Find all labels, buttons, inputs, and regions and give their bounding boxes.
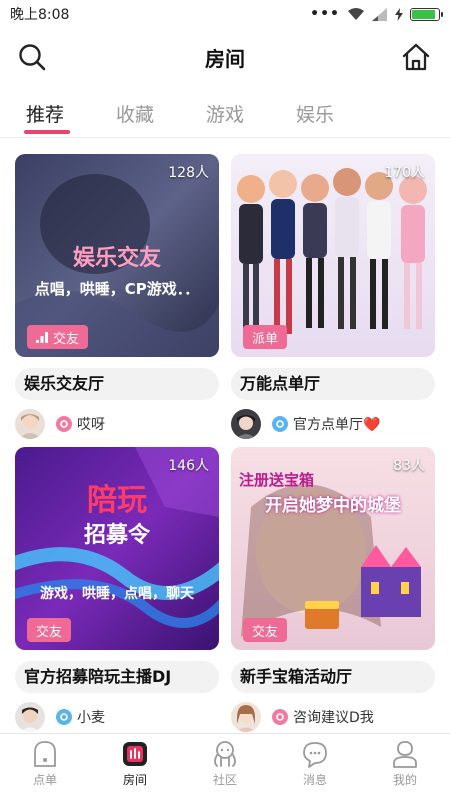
host-name: 小麦: [77, 710, 105, 726]
status-bar: 晚上8:08 •••: [0, 0, 450, 28]
tab-games[interactable]: 游戏: [206, 100, 244, 127]
room-host[interactable]: 哎呀: [15, 409, 219, 439]
host-name: 咨询建议D我: [293, 710, 374, 726]
nav-item-order[interactable]: 点单: [0, 740, 90, 788]
tab-favorites[interactable]: 收藏: [116, 100, 154, 127]
battery-icon: [410, 7, 443, 21]
host-name: 官方点单厅❤️: [293, 417, 381, 433]
charging-icon: [395, 7, 403, 21]
room-name[interactable]: 万能点单厅: [231, 368, 435, 400]
room-member-count: 170人: [384, 165, 425, 181]
nav-label: 社区: [212, 773, 237, 787]
room-tag-label: 交友: [252, 624, 279, 640]
active-tab-indicator: [24, 130, 70, 134]
room-cover[interactable]: 128人 娱乐交友 点唱，哄睡，CP游戏．． 交友: [15, 154, 219, 357]
bar-chart-icon: [36, 331, 48, 343]
room-member-count: 83人: [393, 458, 425, 474]
avatar[interactable]: [15, 702, 45, 732]
room-member-count: 146人: [168, 458, 209, 474]
profile-icon: [393, 741, 417, 768]
community-icon: [214, 741, 236, 767]
search-button[interactable]: [17, 42, 47, 72]
room-host[interactable]: 官方点单厅❤️: [231, 409, 435, 439]
nav-label: 房间: [122, 773, 147, 787]
status-icons: •••: [310, 6, 443, 22]
category-tabs: 推荐 收藏 游戏 娱乐: [0, 96, 450, 138]
room-cover[interactable]: 83人 注册送宝箱 开启她梦中的城堡 交友: [231, 447, 435, 650]
room-name[interactable]: 新手宝箱活动厅: [231, 661, 435, 693]
nav-label: 点单: [32, 773, 57, 787]
host-badge-icon: [56, 416, 72, 432]
signal-icon: [372, 7, 387, 21]
room-host[interactable]: 小麦: [15, 702, 219, 732]
room-name[interactable]: 娱乐交友厅: [15, 368, 219, 400]
room-cover[interactable]: 170人 派单: [231, 154, 435, 357]
room-tag: 交友: [27, 618, 72, 642]
nav-item-room[interactable]: 房间: [90, 740, 180, 788]
room-tag: 交友: [27, 325, 89, 349]
wifi-icon: [348, 8, 364, 20]
more-notifications-icon: •••: [310, 6, 340, 22]
cover-subtitle: 点唱，哄睡，CP游戏．．: [34, 280, 200, 298]
host-badge-icon: [272, 709, 288, 725]
nav-label: 我的: [392, 773, 417, 787]
search-icon: [19, 44, 46, 71]
message-icon: [303, 742, 327, 768]
avatar[interactable]: [231, 409, 261, 439]
cover-title: 娱乐交友: [72, 246, 161, 271]
nav-item-community[interactable]: 社区: [180, 740, 270, 788]
nav-label: 消息: [302, 773, 327, 787]
cover-subtitle: 招募令: [83, 523, 150, 548]
cover-caption: 游戏，哄睡，点唱，聊天: [40, 586, 194, 602]
order-icon: [34, 741, 56, 767]
room-tag-label: 交友: [36, 624, 63, 640]
room-icon: [123, 742, 147, 766]
bottom-nav: 点单 房间 社区 消息 我的: [0, 733, 450, 800]
nav-item-profile[interactable]: 我的: [360, 740, 450, 788]
cover-title: 注册送宝箱: [239, 471, 315, 489]
battery-fill: [412, 9, 436, 19]
tab-recommended[interactable]: 推荐: [26, 100, 64, 127]
status-time: 晚上8:08: [10, 7, 70, 23]
room-tag: 派单: [243, 325, 288, 349]
room-tag-label: 派单: [252, 331, 279, 347]
avatar[interactable]: [231, 702, 261, 732]
room-host[interactable]: 咨询建议D我: [231, 702, 435, 732]
host-badge-icon: [272, 416, 288, 432]
room-member-count: 128人: [168, 165, 209, 181]
tab-entertainment[interactable]: 娱乐: [296, 100, 334, 127]
page-title: 房间: [205, 46, 245, 71]
cover-subtitle: 开启她梦中的城堡: [265, 496, 401, 516]
host-name: 哎呀: [77, 417, 105, 433]
avatar[interactable]: [15, 409, 45, 439]
app-header: 房间: [0, 34, 450, 80]
cover-title: 陪玩: [87, 483, 147, 518]
host-badge-icon: [56, 709, 72, 725]
room-tag-label: 交友: [53, 331, 80, 347]
room-tag: 交友: [243, 618, 288, 642]
home-icon: [402, 43, 430, 71]
nav-item-messages[interactable]: 消息: [270, 740, 360, 788]
room-name[interactable]: 官方招募陪玩主播DJ: [15, 661, 219, 693]
room-cover[interactable]: 146人 陪玩 招募令 游戏，哄睡，点唱，聊天 交友: [15, 447, 219, 650]
home-button[interactable]: [401, 42, 431, 72]
